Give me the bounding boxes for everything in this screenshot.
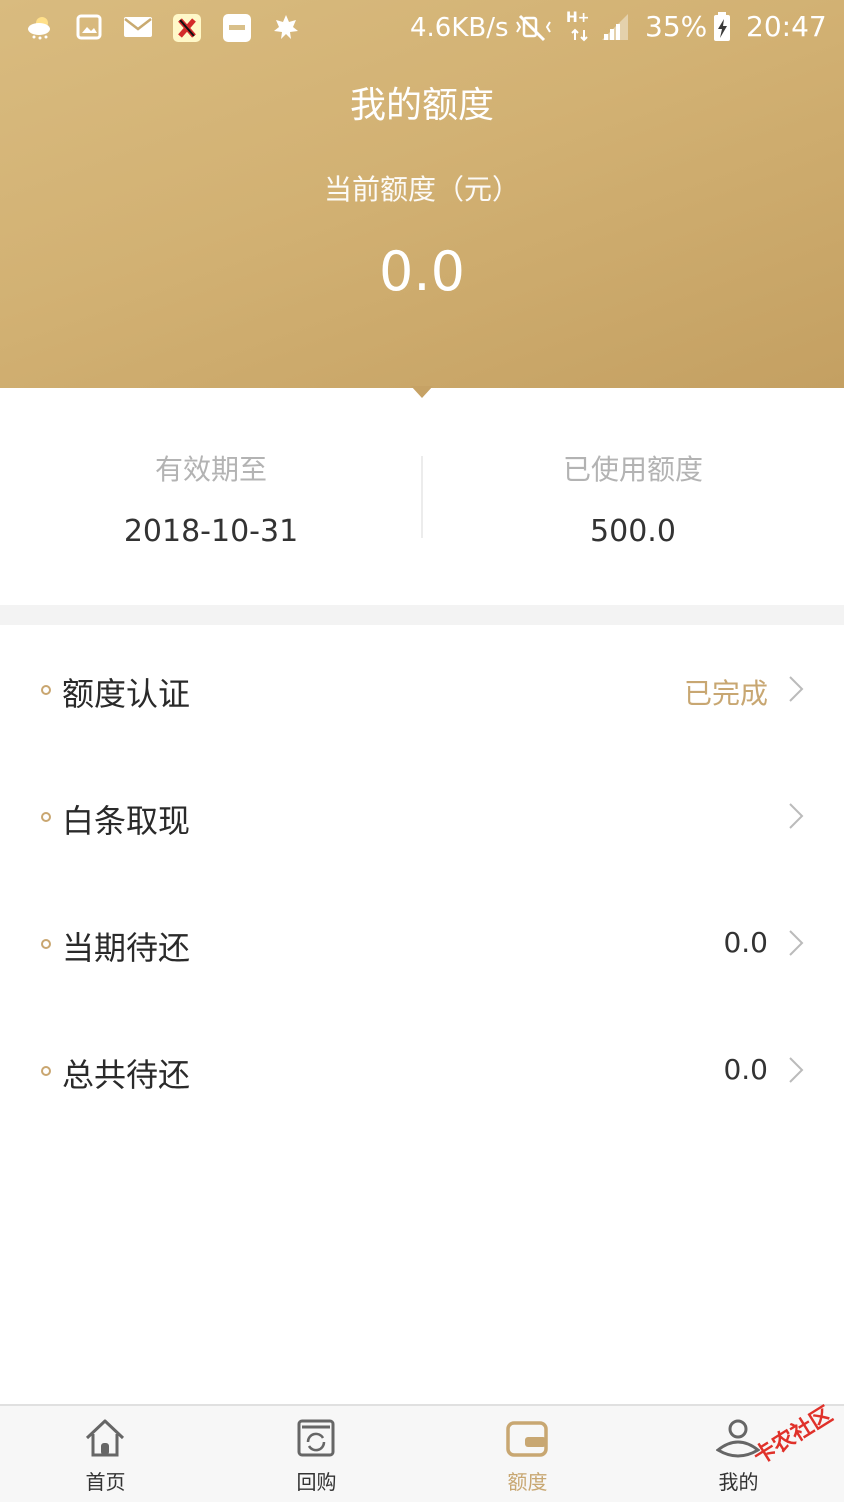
expiry-block: 有效期至 2018-10-31 bbox=[0, 448, 422, 549]
bullet-dot bbox=[41, 685, 51, 695]
buyback-icon bbox=[297, 1419, 335, 1457]
menu-item-current-due[interactable]: 当期待还 0.0 bbox=[0, 881, 844, 1008]
chevron-right-icon bbox=[789, 1057, 804, 1083]
verification-status: 已完成 bbox=[683, 677, 768, 710]
battery-charging-icon bbox=[714, 12, 730, 41]
tab-home[interactable]: 首页 bbox=[0, 1406, 211, 1502]
menu-item-label: 总共待还 bbox=[62, 1056, 191, 1094]
expiry-value: 2018-10-31 bbox=[123, 514, 299, 549]
chevron-right-icon bbox=[789, 676, 804, 702]
vibrate-mute-icon bbox=[516, 14, 551, 42]
expiry-label: 有效期至 bbox=[154, 453, 267, 486]
tab-quota[interactable]: 额度 bbox=[422, 1406, 633, 1502]
menu-item-total-due[interactable]: 总共待还 0.0 bbox=[0, 1008, 844, 1135]
battery-percent: 35% bbox=[645, 10, 708, 43]
current-quota-amount: 0.0 bbox=[379, 240, 465, 303]
page-title: 我的额度 bbox=[349, 85, 494, 126]
total-due-value: 0.0 bbox=[723, 1053, 768, 1086]
current-due-value: 0.0 bbox=[723, 926, 768, 959]
menu-item-quota-verification[interactable]: 额度认证 已完成 bbox=[0, 627, 844, 754]
weather-icon bbox=[28, 17, 50, 40]
network-type: H+ bbox=[566, 10, 590, 26]
used-quota-value: 500.0 bbox=[590, 514, 676, 549]
clock: 20:47 bbox=[746, 10, 827, 43]
menu-item-label: 白条取现 bbox=[62, 802, 191, 840]
tab-label: 首页 bbox=[85, 1470, 126, 1494]
chevron-right-icon bbox=[789, 803, 804, 829]
used-quota-label: 已使用额度 bbox=[562, 453, 703, 486]
chevron-right-icon bbox=[789, 930, 804, 956]
data-arrows-icon bbox=[571, 28, 588, 42]
tab-buyback[interactable]: 回购 bbox=[211, 1406, 422, 1502]
header-pointer bbox=[411, 386, 433, 398]
menu-item-label: 当期待还 bbox=[62, 929, 191, 967]
current-quota-label: 当前额度（元） bbox=[323, 173, 520, 206]
status-bar: 4.6KB/s H+ 35% 20:47 bbox=[0, 0, 844, 56]
tab-label: 回购 bbox=[296, 1470, 337, 1494]
section-separator bbox=[0, 605, 844, 625]
bullet-dot bbox=[41, 812, 51, 822]
signal-icon bbox=[602, 14, 628, 40]
tab-label: 我的 bbox=[718, 1470, 759, 1494]
mail-icon bbox=[124, 17, 152, 37]
used-quota-block: 已使用额度 500.0 bbox=[422, 448, 844, 549]
tab-label: 额度 bbox=[507, 1470, 548, 1494]
network-speed: 4.6KB/s bbox=[410, 13, 509, 43]
bullet-dot bbox=[41, 1066, 51, 1076]
menu-item-cash-withdrawal[interactable]: 白条取现 bbox=[0, 754, 844, 881]
leaf-icon bbox=[274, 15, 298, 39]
wallet-icon bbox=[506, 1421, 548, 1457]
app-notification-icon-2 bbox=[223, 14, 251, 42]
bullet-dot bbox=[41, 939, 51, 949]
app-notification-icon bbox=[173, 14, 201, 42]
bottom-tab-bar: 首页 回购 额度 我的 bbox=[0, 1404, 844, 1502]
menu-item-label: 额度认证 bbox=[62, 675, 191, 713]
home-icon bbox=[85, 1419, 125, 1457]
gallery-icon bbox=[76, 14, 102, 40]
